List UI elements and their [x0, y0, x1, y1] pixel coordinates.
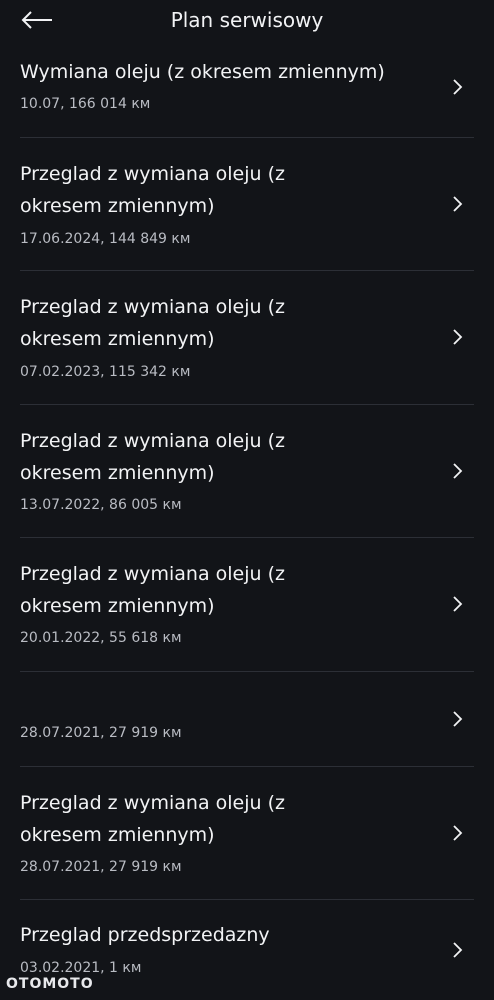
service-item-title-line-1: Przeglad z wymiana oleju (z — [20, 792, 285, 814]
service-item-date-mileage: 07.02.2023, 115 342 км — [20, 364, 191, 380]
chevron-right-icon — [453, 596, 463, 612]
chevron-right-icon — [453, 825, 463, 841]
chevron-right-icon — [453, 79, 463, 95]
service-item-title-line-2: okresem zmiennym) — [20, 195, 215, 217]
chevron-right-icon — [453, 329, 463, 345]
chevron-right-icon — [453, 463, 463, 479]
service-item-title-line-2: okresem zmiennym) — [20, 328, 215, 350]
service-item-date-mileage: 03.02.2021, 1 км — [20, 960, 142, 976]
service-item[interactable]: Wymiana oleju (z okresem zmiennym) 10.07… — [0, 44, 494, 138]
service-item-date-mileage: 13.07.2022, 86 005 км — [20, 497, 182, 513]
service-item[interactable]: Przeglad z wymiana oleju (z okresem zmie… — [0, 271, 494, 405]
service-item-title-line-1: Przeglad z wymiana oleju (z — [20, 296, 285, 318]
service-item[interactable]: 28.07.2021, 27 919 км — [0, 672, 494, 767]
chevron-right-icon — [453, 942, 463, 958]
chevron-right-icon — [453, 196, 463, 212]
service-list: Wymiana oleju (z okresem zmiennym) 10.07… — [0, 44, 494, 1000]
service-item-title-line-2: okresem zmiennym) — [20, 595, 215, 617]
service-item-date-mileage: 17.06.2024, 144 849 км — [20, 231, 191, 247]
page-title: Plan serwisowy — [170, 8, 324, 32]
service-item-title-line-2: okresem zmiennym) — [20, 824, 215, 846]
service-item-title-line-1: Przeglad z wymiana oleju (z — [20, 563, 285, 585]
service-item-date-mileage: 20.01.2022, 55 618 км — [20, 630, 182, 646]
service-item-title-line-1: Przeglad z wymiana oleju (z — [20, 430, 285, 452]
service-item-date-mileage: 28.07.2021, 27 919 км — [20, 725, 182, 741]
top-bar: Plan serwisowy — [0, 0, 494, 44]
service-item[interactable]: Przeglad z wymiana oleju (z okresem zmie… — [0, 767, 494, 900]
service-item[interactable]: Przeglad z wymiana oleju (z okresem zmie… — [0, 538, 494, 672]
service-item[interactable]: Przeglad z wymiana oleju (z okresem zmie… — [0, 405, 494, 538]
service-item-title-line-1: Przeglad z wymiana oleju (z — [20, 163, 285, 185]
service-item-title-line-2: okresem zmiennym) — [20, 462, 215, 484]
otomoto-watermark: OTOMOTO — [6, 976, 94, 992]
service-item[interactable]: Przeglad z wymiana oleju (z okresem zmie… — [0, 138, 494, 271]
service-item-date-mileage: 10.07, 166 014 км — [20, 96, 151, 112]
service-item-title: Przeglad przedsprzedazny — [20, 924, 270, 946]
service-item-title: Wymiana oleju (z okresem zmiennym) — [20, 61, 385, 83]
chevron-right-icon — [453, 711, 463, 727]
service-item-date-mileage: 28.07.2021, 27 919 км — [20, 859, 182, 875]
